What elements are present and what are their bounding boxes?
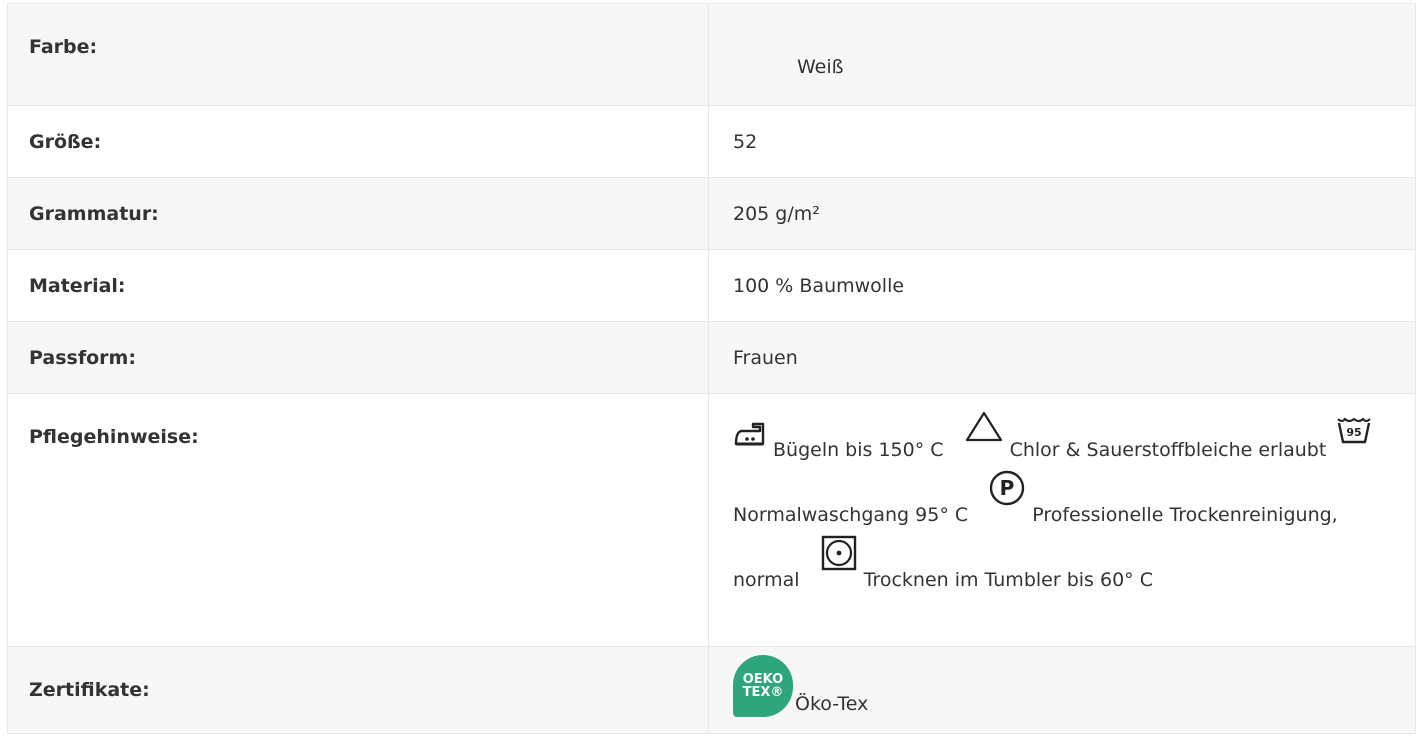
spec-value-grammatur: 205 g/m² [733, 202, 820, 225]
spec-row-passform: Passform: Frauen [7, 321, 1416, 394]
spec-row-groesse: Größe: 52 [7, 105, 1416, 178]
spec-value-cell: Bügeln bis 150° C Chlor & Sauerstoffblei… [708, 393, 1416, 647]
spec-label-cell: Passform: [7, 321, 709, 394]
care-text-bleach: Chlor & Sauerstoffbleiche erlaubt [1009, 439, 1327, 461]
spec-label-material: Material: [29, 274, 126, 297]
spec-value-cell: 52 [708, 105, 1416, 178]
spec-row-pflegehinweise: Pflegehinweise: Bügeln bis 150° C Chlor … [7, 393, 1416, 647]
iron-icon [733, 418, 767, 461]
spec-label-cell: Material: [7, 249, 709, 322]
spec-value-farbe: Weiß [797, 56, 844, 78]
wash-temp-label: 95 [1347, 426, 1362, 439]
spec-label-zertifikate: Zertifikate: [29, 679, 150, 701]
spec-label-farbe: Farbe: [29, 36, 98, 58]
spec-value-cell: 205 g/m² [708, 177, 1416, 250]
bleach-triangle-icon [964, 410, 1004, 455]
spec-value-zertifikate: Öko-Tex [795, 693, 869, 715]
spec-label-cell: Zertifikate: [7, 646, 709, 734]
product-spec-table: Farbe: Weiß Größe: 52 Grammatur: 205 g/m… [7, 3, 1416, 734]
spec-value-cell: 100 % Baumwolle [708, 249, 1416, 322]
spec-label-groesse: Größe: [29, 130, 102, 153]
care-instructions: Bügeln bis 150° C Chlor & Sauerstoffblei… [733, 394, 1393, 599]
spec-row-grammatur: Grammatur: 205 g/m² [7, 177, 1416, 250]
oeko-badge-line2: TEX® [742, 685, 784, 700]
spec-row-material: Material: 100 % Baumwolle [7, 249, 1416, 322]
spec-row-farbe: Farbe: Weiß [7, 3, 1416, 106]
care-text-wash: Normalwaschgang 95° C [733, 504, 969, 526]
spec-label-pflegehinweise: Pflegehinweise: [29, 426, 199, 448]
spec-label-grammatur: Grammatur: [29, 202, 159, 225]
spec-label-passform: Passform: [29, 346, 136, 369]
tumble-dry-icon [820, 534, 858, 585]
care-text-tumble: Trocknen im Tumbler bis 60° C [863, 569, 1153, 591]
spec-label-cell: Größe: [7, 105, 709, 178]
spec-label-cell: Pflegehinweise: [7, 393, 709, 647]
spec-value-material: 100 % Baumwolle [733, 274, 905, 297]
wash-tub-95-icon: 95 [1336, 416, 1372, 457]
dry-clean-letter: P [1000, 476, 1015, 500]
spec-label-cell: Farbe: [7, 3, 709, 106]
dry-clean-p-icon: P [988, 469, 1026, 520]
spec-value-cell: Frauen [708, 321, 1416, 394]
spec-row-zertifikate: Zertifikate: OEKO TEX® Öko-Tex [7, 646, 1416, 734]
care-text-iron: Bügeln bis 150° C [773, 439, 944, 461]
oeko-tex-logo: OEKO TEX® [733, 655, 793, 717]
spec-value-cell: OEKO TEX® Öko-Tex [708, 646, 1416, 734]
spec-value-cell: Weiß [708, 3, 1416, 106]
spec-value-groesse: 52 [733, 130, 758, 153]
spec-value-passform: Frauen [733, 346, 798, 369]
spec-label-cell: Grammatur: [7, 177, 709, 250]
